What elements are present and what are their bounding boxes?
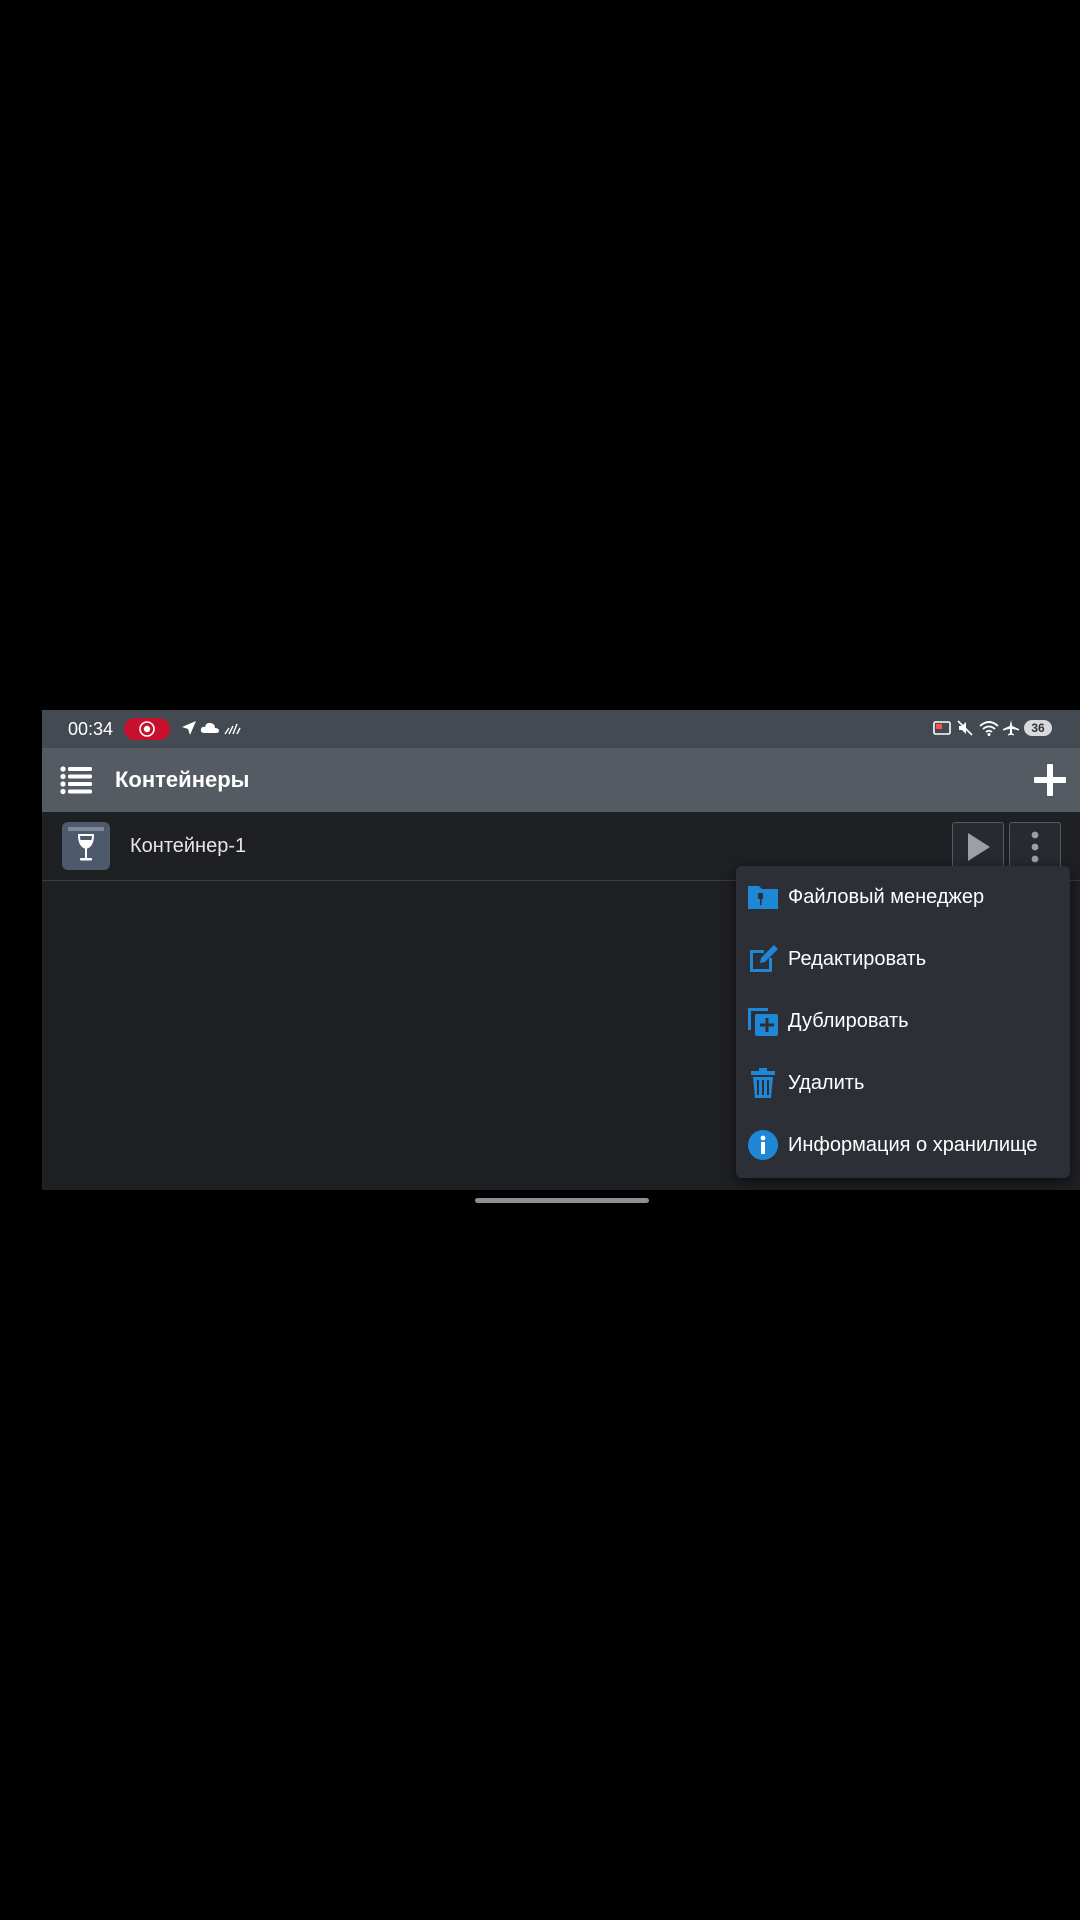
wifi-icon — [978, 719, 1000, 742]
folder-icon — [746, 880, 780, 914]
edit-icon — [746, 942, 780, 976]
battery-icon: 36 — [1024, 720, 1052, 736]
app-bar: Контейнеры — [42, 748, 1080, 812]
cloud-icon — [199, 719, 221, 742]
record-icon[interactable] — [124, 718, 170, 740]
menu-item-label: Дублировать — [788, 1010, 909, 1032]
info-icon — [746, 1128, 780, 1162]
app-screen: 00:34 36 Контейнеры Контейнер-1 Файловый… — [42, 710, 1080, 1190]
context-menu: Файловый менеджер Редактировать Дублиров… — [736, 866, 1070, 1178]
airplane-icon — [1002, 719, 1020, 742]
container-name: Контейнер-1 — [130, 835, 247, 857]
menu-item-label: Удалить — [788, 1072, 865, 1094]
more-vert-icon — [1031, 831, 1039, 863]
wine-glass-box-icon — [62, 822, 110, 870]
menu-item-file-manager[interactable]: Файловый менеджер — [736, 866, 1070, 928]
menu-item-label: Файловый менеджер — [788, 886, 985, 908]
home-indicator[interactable] — [475, 1198, 649, 1203]
cast-icon — [932, 719, 952, 742]
duplicate-icon — [746, 1004, 780, 1038]
status-time: 00:34 — [68, 719, 114, 739]
trash-icon — [746, 1066, 780, 1100]
menu-item-storage-info[interactable]: Информация о хранилище — [736, 1114, 1070, 1176]
status-bar: 00:34 36 — [42, 710, 1080, 748]
menu-item-label: Редактировать — [788, 948, 927, 970]
signal-bars-icon — [223, 719, 241, 742]
menu-item-edit[interactable]: Редактировать — [736, 928, 1070, 990]
more-options-button[interactable] — [1009, 822, 1061, 872]
mute-icon — [956, 719, 974, 742]
page-title: Контейнеры — [115, 767, 250, 792]
navigation-icon — [180, 719, 198, 742]
menu-item-delete[interactable]: Удалить — [736, 1052, 1070, 1114]
menu-item-label: Информация о хранилище — [788, 1134, 1038, 1156]
menu-item-duplicate[interactable]: Дублировать — [736, 990, 1070, 1052]
play-button[interactable] — [952, 822, 1004, 872]
list-menu-icon[interactable] — [58, 762, 94, 798]
plus-icon[interactable] — [1030, 760, 1070, 800]
